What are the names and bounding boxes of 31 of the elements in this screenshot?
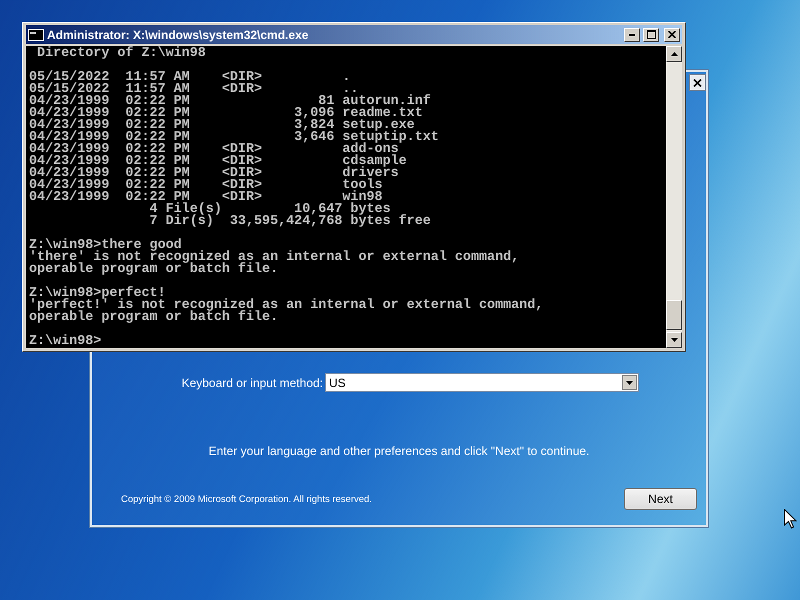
next-button[interactable]: Next xyxy=(624,488,697,510)
keyboard-label: Keyboard or input method: xyxy=(180,376,323,390)
scroll-up-button[interactable] xyxy=(666,46,682,62)
minimize-icon xyxy=(629,34,635,36)
down-arrow-icon xyxy=(670,338,678,342)
scrollbar-thumb[interactable] xyxy=(666,300,682,330)
console-line: Z:\win98> xyxy=(29,336,102,348)
dropdown-value: US xyxy=(329,376,346,390)
console-icon xyxy=(28,28,44,40)
window-title: Administrator: X:\windows\system32\cmd.exe xyxy=(47,28,310,42)
console-line: operable program or batch file. xyxy=(29,312,280,324)
maximize-icon xyxy=(646,30,656,39)
down-arrow-icon xyxy=(626,380,633,384)
maximize-button[interactable] xyxy=(643,28,659,42)
close-icon xyxy=(693,78,702,86)
close-icon xyxy=(668,31,676,38)
instruction-text: Enter your language and other preferences and click "Next" to continue. xyxy=(208,444,590,458)
copyright-text: Copyright © 2009 Microsoft Corporation. All rights reserved. xyxy=(121,494,372,504)
dropdown-button[interactable] xyxy=(622,375,637,390)
console-line: 4 File(s) 10,647 bytes xyxy=(148,204,392,216)
mouse-pointer-icon xyxy=(784,509,797,529)
up-arrow-icon xyxy=(670,52,678,56)
console-line: 7 Dir(s) 33,595,424,768 bytes free xyxy=(148,216,432,228)
scrollbar[interactable] xyxy=(666,46,682,348)
scroll-down-button[interactable] xyxy=(666,332,682,348)
console-line: Z:\win98>perfect! xyxy=(29,288,167,300)
close-button[interactable] xyxy=(689,74,706,91)
console-line: operable program or batch file. xyxy=(29,264,280,276)
console-line: Directory of Z:\win98 xyxy=(36,48,207,60)
keyboard-dropdown[interactable]: US xyxy=(325,373,639,392)
minimize-button[interactable] xyxy=(624,28,640,42)
